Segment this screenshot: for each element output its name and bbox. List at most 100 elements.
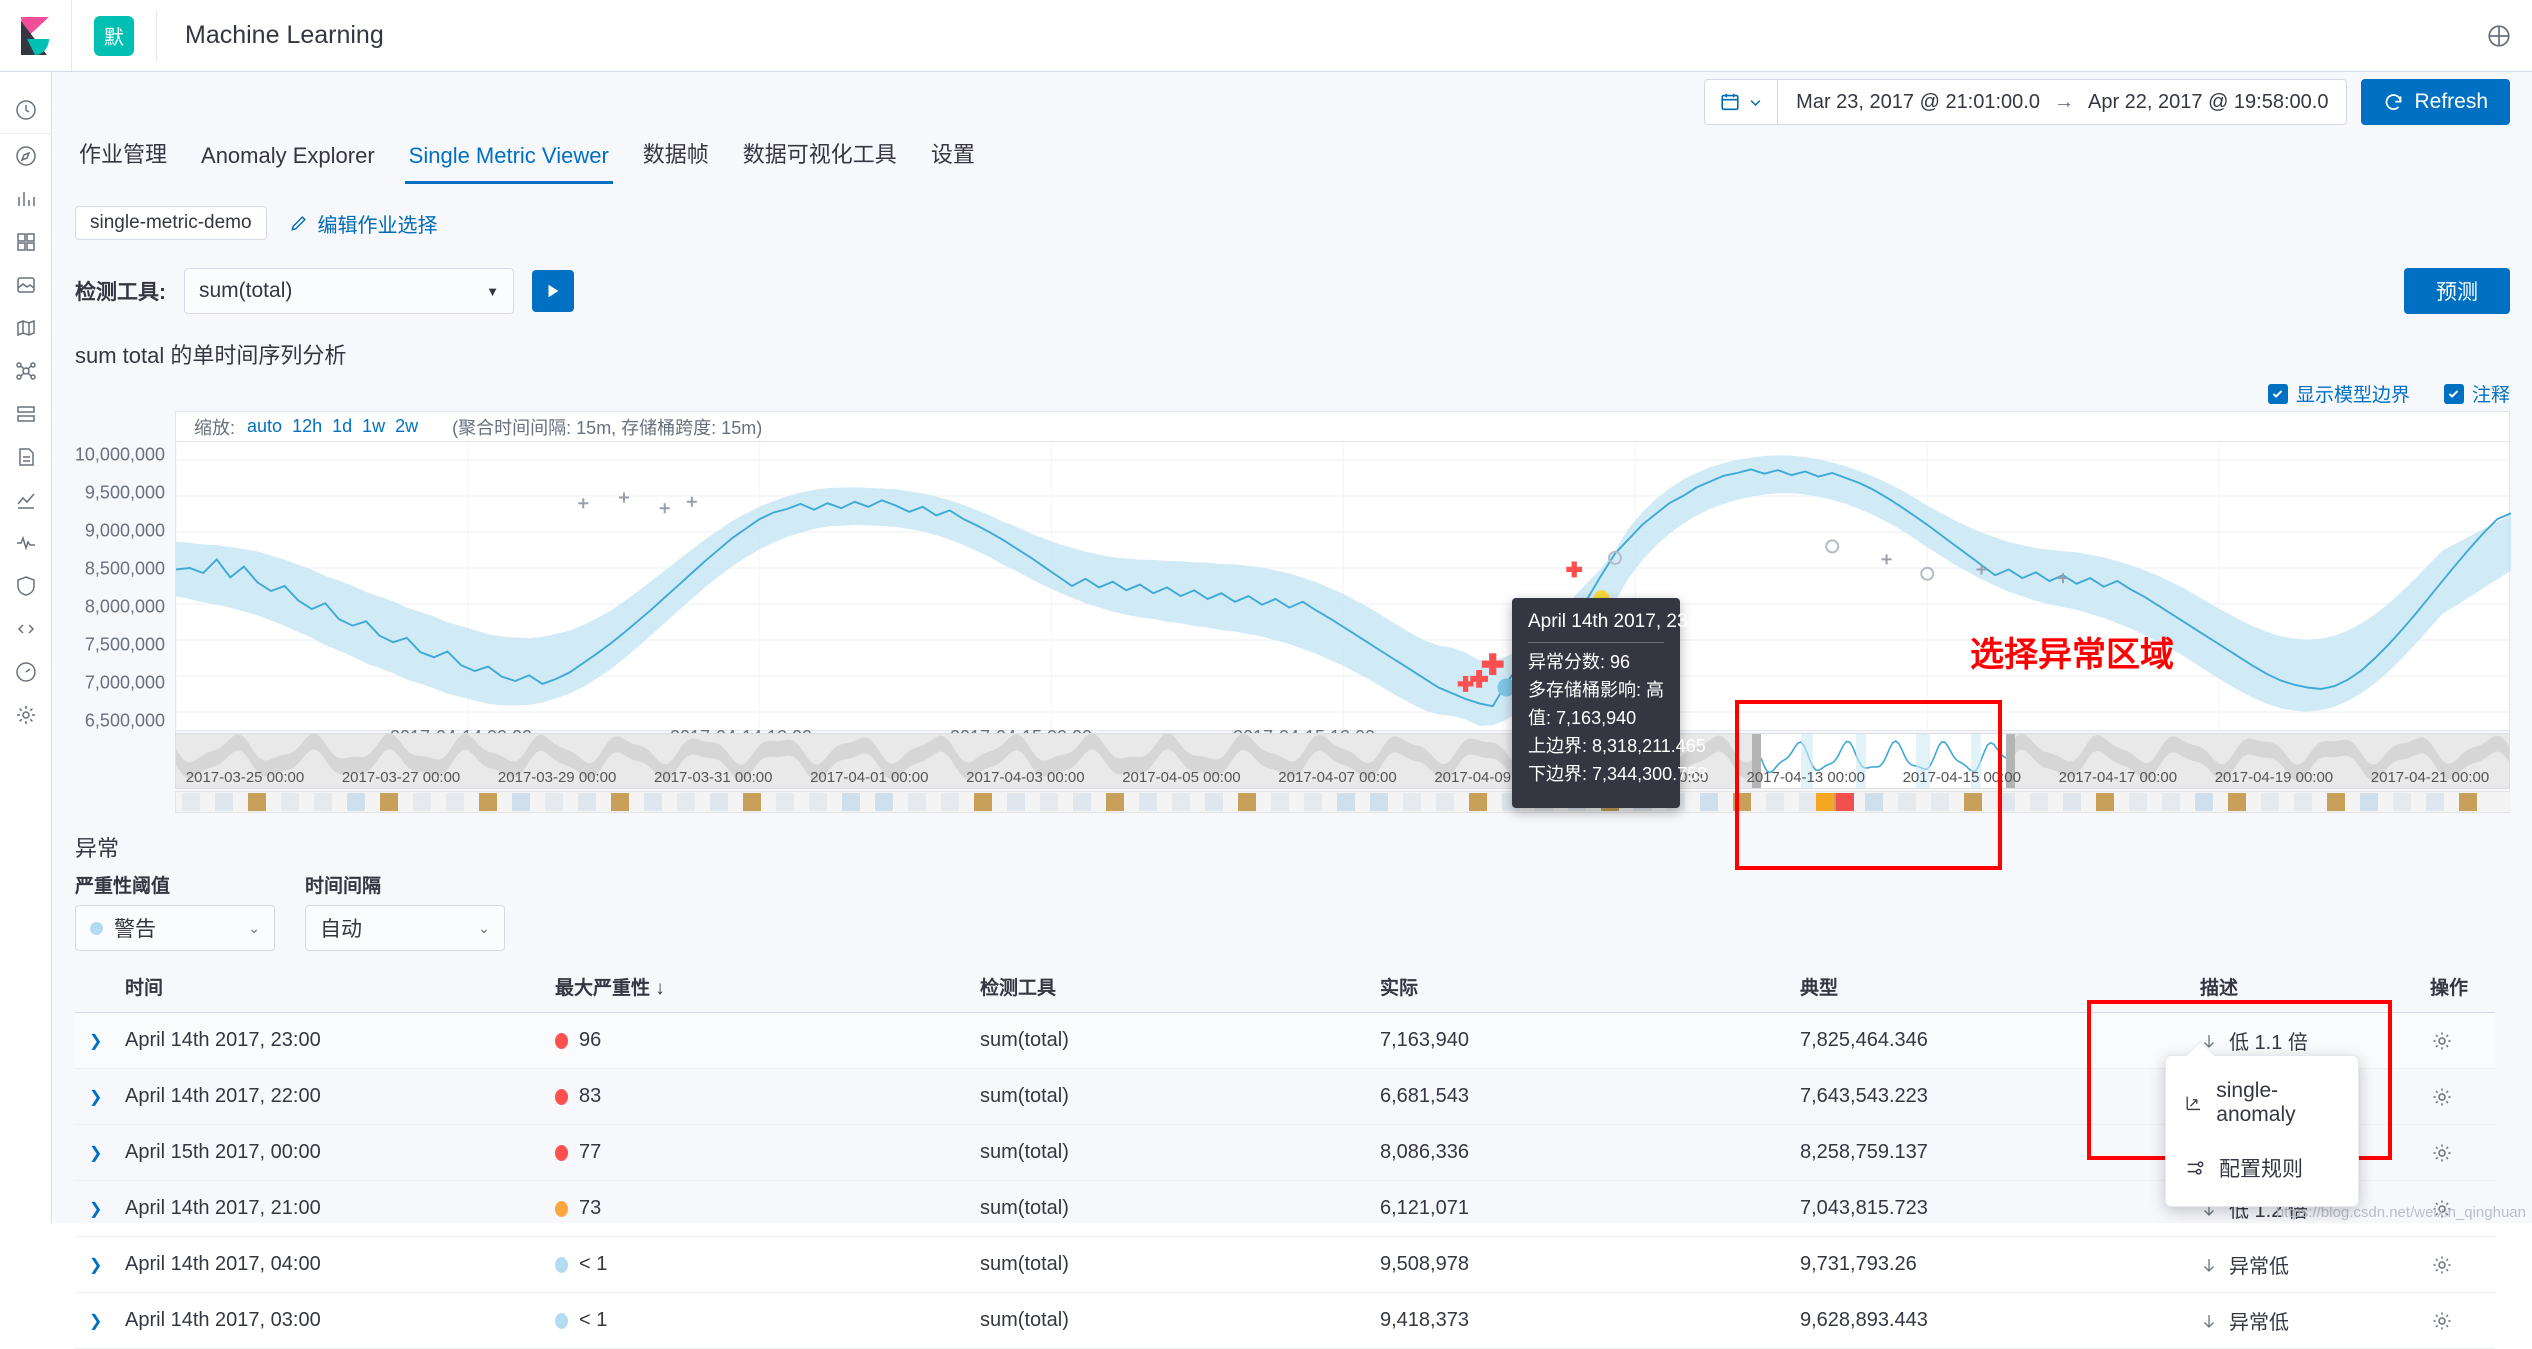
cell-time: April 15th 2017, 00:00 (125, 1124, 555, 1181)
severity-threshold-select[interactable]: 警告 ⌄ (75, 905, 275, 951)
col-header-actual[interactable]: 实际 (1380, 967, 1800, 1013)
refresh-button[interactable]: Refresh (2361, 79, 2510, 125)
table-row[interactable]: ❯ April 14th 2017, 04:00 < 1 sum(total) 9,50… (75, 1236, 2495, 1293)
tab-single-metric-viewer[interactable]: Single Metric Viewer (404, 143, 613, 184)
tab-data-visualizer[interactable]: 数据可视化工具 (739, 137, 901, 184)
sidebar-item-canvas[interactable] (0, 263, 52, 306)
tab-anomaly-explorer[interactable]: Anomaly Explorer (197, 143, 379, 184)
detector-selected-value: sum(total) (199, 279, 293, 302)
cell-time: April 14th 2017, 03:00 (125, 1292, 555, 1349)
kibana-logo[interactable] (0, 0, 72, 71)
sidebar-item-logs[interactable] (0, 435, 52, 478)
chevron-right-icon[interactable]: ❯ (75, 1201, 102, 1218)
help-icon[interactable] (2486, 23, 2512, 49)
date-range-display[interactable]: Mar 23, 2017 @ 21:01:00.0 → Apr 22, 2017… (1778, 91, 2346, 114)
row-expand-cell[interactable]: ❯ (75, 1292, 125, 1349)
col-header-max-severity[interactable]: 最大严重性 ↓ (555, 967, 980, 1013)
cell-time: April 14th 2017, 21:00 (125, 1180, 555, 1237)
sidebar-item-recent[interactable] (0, 86, 52, 134)
sidebar-item-management[interactable] (0, 693, 52, 736)
tooltip-label: 下边界: (1528, 763, 1588, 784)
chart-plot-area[interactable] (175, 441, 2511, 731)
space-avatar[interactable]: 默 (94, 15, 134, 56)
chevron-right-icon[interactable]: ❯ (75, 1313, 102, 1330)
zoom-option-1w[interactable]: 1w (362, 416, 385, 437)
edit-job-selection-link[interactable]: 编辑作业选择 (289, 209, 438, 238)
table-row[interactable]: ❯ April 14th 2017, 21:00 73 sum(total) 6,121… (75, 1180, 2495, 1237)
cell-severity: 83 (555, 1068, 980, 1125)
popover-item-configure-rules[interactable]: 配置规则 (2166, 1140, 2358, 1196)
date-range-end[interactable]: Apr 22, 2017 @ 19:58:00.0 (2088, 91, 2328, 114)
show-model-bounds-checkbox[interactable]: 显示模型边界 (2267, 380, 2410, 407)
run-detector-button[interactable] (532, 270, 574, 312)
popover-item-label: single-anomaly (2216, 1079, 2296, 1126)
sidebar-item-apm[interactable] (0, 478, 52, 521)
date-range-start[interactable]: Mar 23, 2017 @ 21:01:00.0 (1796, 91, 2040, 114)
cell-actions[interactable] (2430, 1068, 2495, 1125)
forecast-button[interactable]: 预测 (2404, 268, 2510, 314)
col-header-actions: 操作 (2430, 967, 2495, 1013)
cell-severity: < 1 (555, 1236, 980, 1293)
chevron-right-icon[interactable]: ❯ (75, 1089, 102, 1106)
col-header-time[interactable]: 时间 (125, 967, 555, 1013)
gear-icon[interactable] (2430, 1141, 2495, 1165)
interval-select[interactable]: 自动 ⌄ (305, 905, 505, 951)
row-expand-cell[interactable]: ❯ (75, 1068, 125, 1125)
chevron-right-icon[interactable]: ❯ (75, 1257, 102, 1274)
zoom-option-2w[interactable]: 2w (395, 416, 418, 437)
sidebar-item-dev-tools[interactable] (0, 607, 52, 650)
tooltip-title: April 14th 2017, 23:15:00 (1528, 611, 1741, 632)
chart-title: sum total 的单时间序列分析 (75, 343, 347, 368)
sidebar-item-visualize[interactable] (0, 177, 52, 220)
cell-actions[interactable] (2430, 1124, 2495, 1181)
tab-data-frames[interactable]: 数据帧 (639, 137, 713, 184)
chevron-right-icon[interactable]: ❯ (75, 1145, 102, 1162)
tab-settings[interactable]: 设置 (927, 137, 979, 184)
popover-item-single-anomaly[interactable]: single-anomaly (2166, 1066, 2358, 1140)
tab-job-management[interactable]: 作业管理 (75, 137, 171, 184)
gear-icon[interactable] (2430, 1309, 2495, 1333)
chart-tooltip: April 14th 2017, 23:15:00 异常分数: 96 多存储桶影… (1512, 598, 1741, 809)
row-expand-cell[interactable]: ❯ (75, 1180, 125, 1237)
zoom-option-1d[interactable]: 1d (332, 416, 352, 437)
context-swimlane[interactable] (175, 791, 2511, 813)
cell-actions[interactable] (2430, 1012, 2495, 1069)
cell-actions[interactable] (2430, 1236, 2495, 1293)
gear-icon[interactable] (2430, 1029, 2495, 1053)
chevron-right-icon[interactable]: ❯ (75, 1033, 102, 1050)
sidebar-item-uptime[interactable] (0, 521, 52, 564)
calendar-quick-menu-button[interactable] (1705, 80, 1779, 124)
sidebar-item-monitoring[interactable] (0, 650, 52, 693)
zoom-option-auto[interactable]: auto (247, 416, 282, 437)
context-x-tick: 2017-03-29 00:00 (497, 769, 617, 786)
col-header-detector[interactable]: 检测工具 (980, 967, 1380, 1013)
row-expand-cell[interactable]: ❯ (75, 1124, 125, 1181)
severity-dot-icon (555, 1312, 568, 1329)
detector-select[interactable]: sum(total) ▼ (184, 268, 514, 314)
gear-icon[interactable] (2430, 1085, 2495, 1109)
sidebar-item-siem[interactable] (0, 564, 52, 607)
checkbox-checked-icon (2267, 383, 2288, 404)
sidebar-item-discover[interactable] (0, 134, 52, 177)
description-text: 异常低 (2229, 1256, 2289, 1278)
zoom-option-12h[interactable]: 12h (292, 416, 322, 437)
sidebar-item-infrastructure[interactable] (0, 392, 52, 435)
row-expand-cell[interactable]: ❯ (75, 1012, 125, 1069)
zoom-label: 缩放: (194, 417, 236, 438)
zoom-meta-text: (聚合时间间隔: 15m, 存储桶跨度: 15m) (452, 417, 763, 438)
selected-job-badge[interactable]: single-metric-demo (75, 206, 267, 240)
chart-options-row: 显示模型边界 注释 (75, 380, 2510, 411)
y-tick: 6,500,000 (84, 710, 165, 731)
annotations-checkbox[interactable]: 注释 (2443, 380, 2510, 407)
date-range-picker[interactable]: Mar 23, 2017 @ 21:01:00.0 → Apr 22, 2017… (1704, 79, 2348, 125)
table-row[interactable]: ❯ April 14th 2017, 03:00 < 1 sum(total) 9,41… (75, 1292, 2495, 1349)
sidebar-item-maps[interactable] (0, 306, 52, 349)
cell-severity: 96 (555, 1012, 980, 1069)
sidebar-item-dashboard[interactable] (0, 220, 52, 263)
context-x-tick: 2017-03-27 00:00 (341, 769, 461, 786)
sidebar-item-machine-learning[interactable] (0, 349, 52, 392)
gear-icon[interactable] (2430, 1253, 2495, 1277)
cell-actions[interactable] (2430, 1292, 2495, 1349)
swimlane-svg (176, 792, 2511, 812)
row-expand-cell[interactable]: ❯ (75, 1236, 125, 1293)
